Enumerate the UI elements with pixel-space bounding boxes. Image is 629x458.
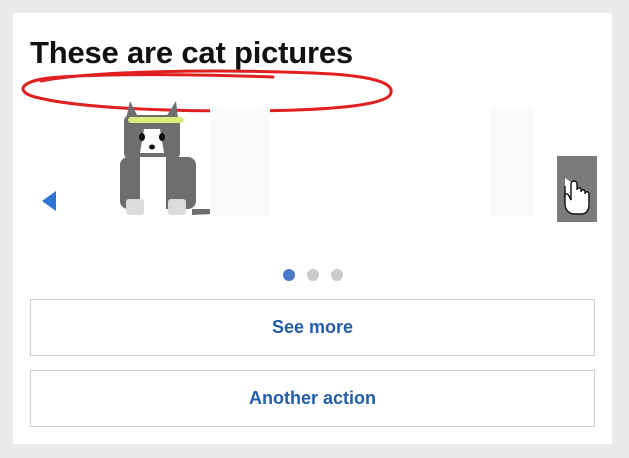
hand-cursor-icon (563, 180, 590, 215)
image-carousel[interactable] (30, 93, 598, 238)
carousel-dot-1[interactable] (283, 269, 295, 281)
see-more-button[interactable]: See more (30, 299, 595, 356)
another-action-label: Another action (248, 388, 376, 408)
card-title: These are cat pictures (30, 35, 353, 70)
carousel-next-button[interactable] (557, 156, 597, 222)
carousel-prev-button[interactable] (40, 189, 60, 213)
carousel-slide-placeholder (490, 107, 534, 217)
another-action-button[interactable]: Another action (30, 370, 595, 427)
see-more-label: See more (271, 317, 354, 337)
adaptive-card: These are cat pictures See more Another … (13, 13, 612, 444)
carousel-pagination (283, 269, 343, 281)
triangle-left-icon (42, 191, 56, 211)
carousel-dot-3[interactable] (331, 269, 343, 281)
carousel-slide-placeholder (210, 107, 270, 217)
carousel-dot-2[interactable] (307, 269, 319, 281)
